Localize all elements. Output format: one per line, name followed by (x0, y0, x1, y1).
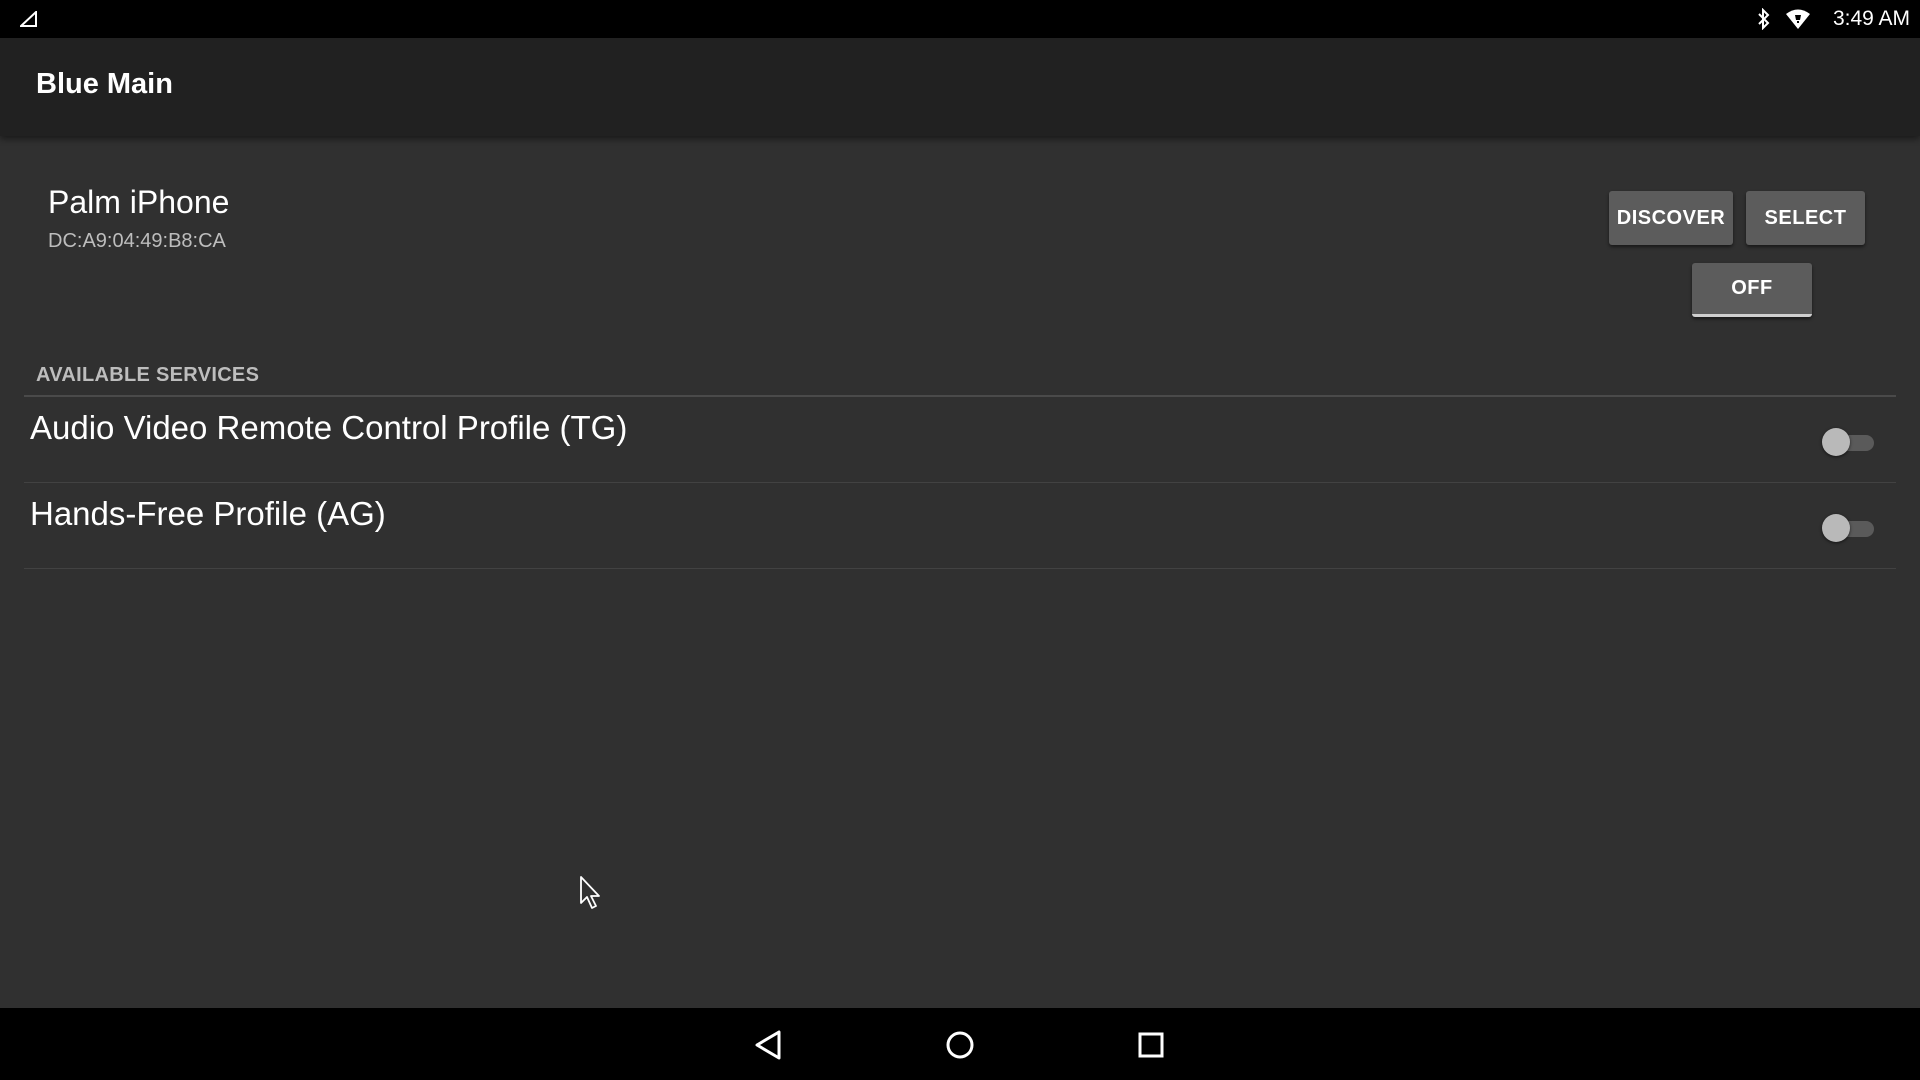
bluetooth-icon (1757, 8, 1771, 30)
available-services-header: AVAILABLE SERVICES (36, 364, 260, 386)
device-name: Palm iPhone (48, 184, 230, 220)
service-label: Hands-Free Profile (AG) (30, 495, 386, 532)
status-bar: 3:49 AM (0, 0, 1920, 38)
status-time: 3:49 AM (1832, 7, 1910, 30)
wifi-icon (1785, 8, 1811, 30)
switch-thumb (1822, 428, 1850, 456)
avrcp-toggle-switch[interactable] (1822, 427, 1878, 457)
main-content: Palm iPhone DC:A9:04:49:B8:CA DISCOVER S… (0, 136, 1920, 1008)
back-icon[interactable] (752, 1028, 786, 1062)
service-row-hands-free[interactable]: Hands-Free Profile (AG) (24, 483, 1896, 569)
home-icon[interactable] (943, 1028, 977, 1062)
switch-thumb (1822, 514, 1850, 542)
service-row-avrcp[interactable]: Audio Video Remote Control Profile (TG) (24, 397, 1896, 483)
signal-icon (20, 11, 38, 27)
recents-icon[interactable] (1134, 1028, 1168, 1062)
select-button[interactable]: SELECT (1746, 191, 1865, 245)
mouse-cursor-icon (580, 876, 604, 912)
device-address: DC:A9:04:49:B8:CA (48, 230, 226, 252)
navigation-bar (0, 1008, 1920, 1080)
hands-free-toggle-switch[interactable] (1822, 513, 1878, 543)
discover-button[interactable]: DISCOVER (1609, 191, 1733, 245)
off-button[interactable]: OFF (1692, 263, 1812, 317)
app-title: Blue Main (36, 68, 173, 100)
service-label: Audio Video Remote Control Profile (TG) (30, 409, 628, 446)
app-bar: Blue Main (0, 38, 1920, 136)
